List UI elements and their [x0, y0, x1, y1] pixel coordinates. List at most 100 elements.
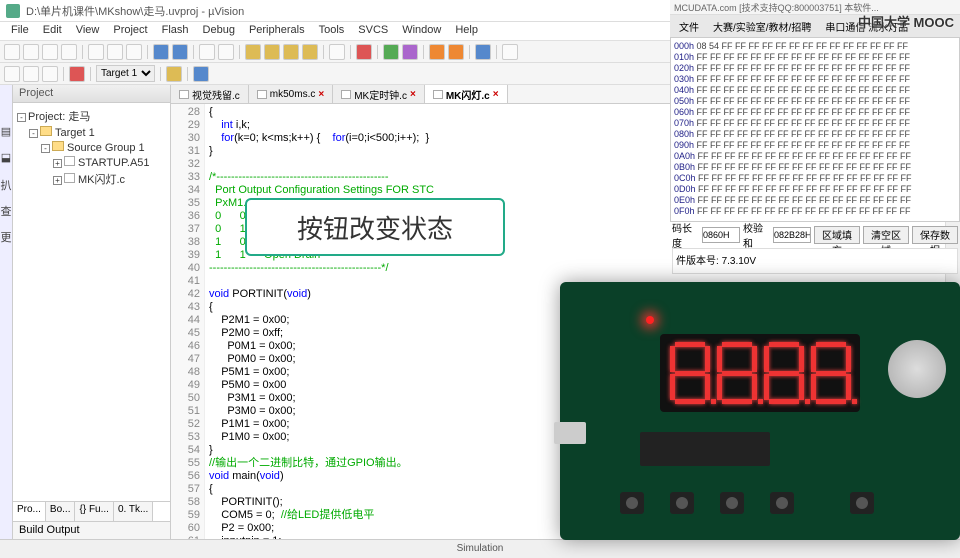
- len-input[interactable]: [702, 227, 740, 243]
- run-icon[interactable]: [429, 44, 445, 60]
- save-icon[interactable]: [42, 44, 58, 60]
- left-rail: ▤ ⬓ 扒 查 更: [0, 85, 13, 539]
- bookmark-icon[interactable]: [245, 44, 261, 60]
- project-root[interactable]: Project: 走马: [28, 111, 90, 123]
- push-button-3: [720, 492, 744, 514]
- chk-input[interactable]: [773, 227, 811, 243]
- menu-file[interactable]: File: [4, 22, 36, 40]
- tab-file-2[interactable]: MK定时钟.c×: [333, 85, 425, 103]
- menu-flash[interactable]: Flash: [155, 22, 196, 40]
- hex-viewer[interactable]: 000h 08 54 FF FF FF FF FF FF FF FF FF FF…: [670, 37, 960, 222]
- close-icon[interactable]: ×: [410, 89, 416, 100]
- line-gutter: 2829303132333435363738394041424344454647…: [171, 104, 205, 539]
- outdent-icon[interactable]: [218, 44, 234, 60]
- paste-icon[interactable]: [126, 44, 142, 60]
- menu-window[interactable]: Window: [395, 22, 448, 40]
- group-node[interactable]: Source Group 1: [67, 142, 145, 154]
- rail-icon-5[interactable]: 更: [1, 229, 12, 245]
- tab-file-0[interactable]: 视觉残留.c: [171, 85, 249, 103]
- file-mk[interactable]: MK闪灯.c: [78, 174, 125, 186]
- options-icon[interactable]: [166, 66, 182, 82]
- target-node[interactable]: Target 1: [55, 127, 95, 139]
- chk-label: 校验和: [743, 220, 770, 250]
- project-panel-header: Project: [13, 85, 170, 103]
- wrench-icon[interactable]: [502, 44, 518, 60]
- copy-icon[interactable]: [107, 44, 123, 60]
- rail-icon-3[interactable]: 扒: [1, 177, 12, 193]
- file-icon: [179, 90, 189, 99]
- tab-functions[interactable]: {} Fu...: [75, 502, 113, 521]
- save-button[interactable]: 保存数据: [912, 226, 958, 244]
- redo-icon[interactable]: [172, 44, 188, 60]
- status-bar: Simulation: [0, 539, 960, 557]
- dev-board: [560, 282, 960, 540]
- stop-icon[interactable]: [448, 44, 464, 60]
- file-icon: [341, 90, 351, 99]
- tool1-icon[interactable]: [475, 44, 491, 60]
- file-icon: [64, 156, 75, 166]
- new-icon[interactable]: [4, 44, 20, 60]
- push-button-5: [850, 492, 874, 514]
- cut-icon[interactable]: [88, 44, 104, 60]
- undo-icon[interactable]: [153, 44, 169, 60]
- app-icon: [6, 4, 20, 18]
- build-target-icon[interactable]: [23, 66, 39, 82]
- manage-icon[interactable]: [193, 66, 209, 82]
- menu-svcs[interactable]: SVCS: [351, 22, 395, 40]
- menu-edit[interactable]: Edit: [36, 22, 69, 40]
- menu-view[interactable]: View: [69, 22, 107, 40]
- menu-tools[interactable]: Tools: [312, 22, 352, 40]
- coin-cell: [888, 340, 946, 398]
- bookmark-prev-icon[interactable]: [283, 44, 299, 60]
- usb-port: [554, 422, 586, 444]
- file-startup[interactable]: STARTUP.A51: [78, 157, 150, 169]
- target-selector[interactable]: Target 1: [96, 65, 155, 82]
- config-icon[interactable]: [402, 44, 418, 60]
- mcu-chip: [640, 432, 770, 466]
- tab-templates[interactable]: 0. Tk...: [114, 502, 153, 521]
- folder-icon: [52, 141, 64, 151]
- tab-file-1[interactable]: mk50ms.c×: [249, 85, 333, 103]
- translate-icon[interactable]: [4, 66, 20, 82]
- menu-help[interactable]: Help: [448, 22, 485, 40]
- rail-icon-4[interactable]: 查: [1, 203, 12, 219]
- find-icon[interactable]: [329, 44, 345, 60]
- debug-icon[interactable]: [356, 44, 372, 60]
- clear-button[interactable]: 清空区域: [863, 226, 909, 244]
- bookmark-clear-icon[interactable]: [302, 44, 318, 60]
- folder-icon: [40, 126, 52, 136]
- menu-peripherals[interactable]: Peripherals: [242, 22, 312, 40]
- push-button-1: [620, 492, 644, 514]
- version-value: 7.3.10V: [722, 256, 756, 267]
- tab-file-3[interactable]: MK闪灯.c×: [425, 85, 508, 103]
- menu-debug[interactable]: Debug: [196, 22, 242, 40]
- tab-books[interactable]: Bo...: [46, 502, 76, 521]
- saveall-icon[interactable]: [61, 44, 77, 60]
- fill-button[interactable]: 区域填充: [814, 226, 860, 244]
- push-button-4: [770, 492, 794, 514]
- annotation-overlay: 按钮改变状态: [245, 198, 505, 256]
- len-label: 码长度: [672, 220, 699, 250]
- build-output-header[interactable]: Build Output: [13, 521, 170, 539]
- tab-project[interactable]: Pro...: [13, 502, 46, 521]
- bookmark-next-icon[interactable]: [264, 44, 280, 60]
- rail-icon-1[interactable]: ▤: [1, 125, 11, 141]
- file-icon: [64, 173, 75, 183]
- rebuild-icon[interactable]: [42, 66, 58, 82]
- rail-icon-2[interactable]: ⬓: [1, 151, 11, 167]
- open-icon[interactable]: [23, 44, 39, 60]
- mcu-tab-edu[interactable]: 大赛/实验室/教材/招聘: [708, 17, 816, 36]
- file-icon: [433, 90, 443, 99]
- version-label: 件版本号:: [676, 256, 719, 267]
- file-icon: [257, 90, 267, 99]
- mcu-tab-file[interactable]: 文件: [674, 17, 704, 36]
- status-led: [646, 316, 654, 324]
- close-icon[interactable]: ×: [493, 89, 499, 100]
- build-icon[interactable]: [383, 44, 399, 60]
- download-icon[interactable]: [69, 66, 85, 82]
- close-icon[interactable]: ×: [318, 89, 324, 100]
- indent-icon[interactable]: [199, 44, 215, 60]
- project-tree[interactable]: -Project: 走马 -Target 1 -Source Group 1 +…: [13, 103, 170, 501]
- menu-project[interactable]: Project: [106, 22, 154, 40]
- seven-segment-display: [660, 334, 860, 412]
